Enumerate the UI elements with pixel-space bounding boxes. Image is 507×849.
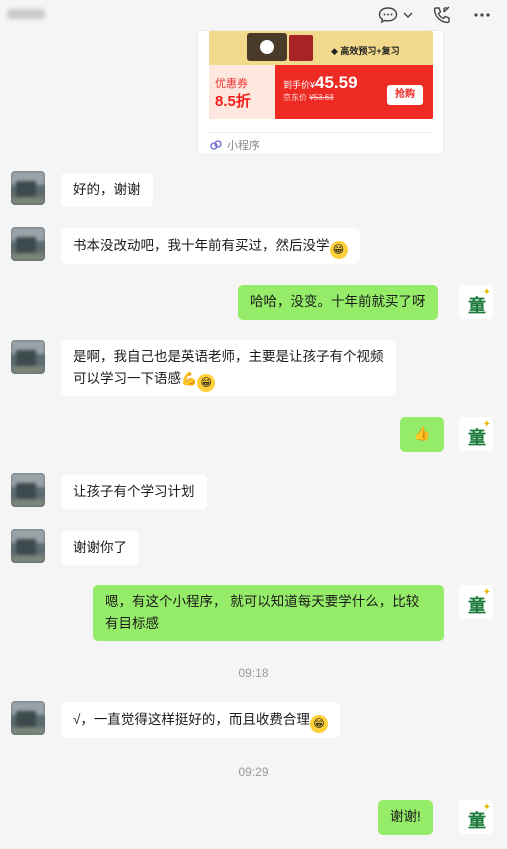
message-bubble[interactable]: 让孩子有个学习计划: [61, 475, 207, 509]
mini-program-label: 小程序: [227, 140, 260, 152]
message-text: 谢谢!: [390, 809, 421, 824]
mini-program-footer: 小程序: [210, 137, 260, 153]
contact-avatar[interactable]: [11, 340, 45, 374]
play-icon: [260, 40, 274, 54]
coupon-label: 优惠券: [215, 78, 248, 90]
my-avatar[interactable]: 童 ✦: [459, 585, 493, 619]
message-bubble[interactable]: 书本没改动吧，我十年前有买过，然后没学 😁: [61, 228, 360, 264]
message-text: 谢谢你了: [73, 540, 127, 555]
more-icon[interactable]: [471, 6, 493, 24]
mini-program-banner: ◆ 高效预习+复习 优惠券 8.5折 到手价¥45.59 京东价 ¥53.63 …: [209, 31, 433, 119]
contact-avatar[interactable]: [11, 227, 45, 261]
jd-price-label: 京东价: [283, 93, 307, 102]
my-avatar[interactable]: 童 ✦: [459, 800, 493, 834]
chat-icon[interactable]: [377, 6, 399, 24]
chat-header: [0, 0, 507, 30]
banner-top: ◆ 高效预习+复习: [209, 31, 433, 65]
message-bubble[interactable]: √，一直觉得这样挺好的，而且收费合理 😁: [61, 702, 340, 738]
message-bubble[interactable]: 哈哈，没变。十年前就买了呀: [238, 285, 438, 320]
sparkle-icon: ✦: [482, 802, 491, 813]
message-text-line-1: 嗯，有这个小程序， 就可以知道每天要学什么，比较: [105, 594, 420, 609]
chevron-down-icon[interactable]: [403, 6, 413, 24]
timestamp: 09:18: [238, 666, 269, 680]
message-text-line-1: 是啊，我自己也是英语老师，主要是让孩子有个视频: [73, 349, 384, 364]
message-bubble[interactable]: 谢谢!: [378, 800, 433, 835]
strong-arm-emoji-icon: 💪: [181, 371, 198, 386]
timestamp: 09:29: [238, 765, 269, 779]
sparkle-icon: ✦: [482, 287, 491, 298]
book-image: [289, 35, 313, 61]
message-text: 好的，谢谢: [73, 182, 141, 197]
card-divider: [209, 132, 433, 133]
jd-price-line: 京东价 ¥53.63: [283, 92, 334, 103]
thumbs-up-icon: 👍: [413, 426, 431, 441]
jd-price-value: ¥53.63: [309, 93, 334, 102]
grin-emoji-icon: 😁: [329, 241, 348, 259]
price-label: 到手价¥: [283, 80, 316, 90]
sparkle-icon: ✦: [482, 419, 491, 430]
buy-button[interactable]: 抢购: [387, 85, 423, 105]
video-thumbnail: [247, 33, 287, 61]
mini-program-icon: [210, 140, 222, 150]
sparkle-icon: ✦: [482, 587, 491, 598]
message-text: 哈哈，没变。十年前就买了呀: [250, 294, 426, 309]
my-avatar[interactable]: 童 ✦: [459, 417, 493, 451]
message-text: √，一直觉得这样挺好的，而且收费合理: [73, 712, 310, 727]
contact-avatar[interactable]: [11, 171, 45, 205]
price-box: 到手价¥45.59 京东价 ¥53.63 抢购: [275, 65, 433, 119]
contact-avatar[interactable]: [11, 529, 45, 563]
phone-icon[interactable]: [431, 6, 453, 24]
coupon-value: 8.5折: [215, 93, 251, 110]
price-value: 45.59: [315, 73, 358, 92]
message-text: 书本没改动吧，我十年前有买过，然后没学: [73, 238, 330, 253]
message-text-line-2: 有目标感: [105, 616, 159, 631]
message-text-line-2: 可以学习一下语感: [73, 371, 181, 386]
mini-program-card[interactable]: ◆ 高效预习+复习 优惠券 8.5折 到手价¥45.59 京东价 ¥53.63 …: [197, 30, 444, 155]
my-avatar[interactable]: 童 ✦: [459, 285, 493, 319]
contact-name-blurred: [7, 9, 45, 19]
message-text: 让孩子有个学习计划: [73, 484, 195, 499]
banner-tag: ◆ 高效预习+复习: [331, 46, 400, 56]
grin-emoji-icon: 😁: [197, 374, 216, 392]
header-toolbar: [377, 6, 493, 24]
message-bubble[interactable]: 好的，谢谢: [61, 173, 153, 207]
message-bubble[interactable]: 👍: [400, 417, 444, 452]
coupon-box: 优惠券 8.5折: [209, 65, 275, 119]
contact-avatar[interactable]: [11, 701, 45, 735]
price-line: 到手价¥45.59: [283, 73, 358, 93]
message-bubble[interactable]: 谢谢你了: [61, 531, 139, 565]
contact-avatar[interactable]: [11, 473, 45, 507]
grin-emoji-icon: 😁: [309, 715, 328, 733]
message-bubble[interactable]: 是啊，我自己也是英语老师，主要是让孩子有个视频 可以学习一下语感💪 😁: [61, 340, 396, 396]
message-bubble[interactable]: 嗯，有这个小程序， 就可以知道每天要学什么，比较 有目标感: [93, 585, 444, 641]
